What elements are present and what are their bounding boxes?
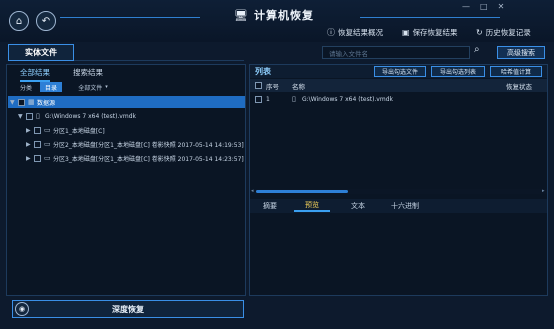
checkbox[interactable]	[34, 140, 41, 148]
tab-underline	[74, 60, 244, 61]
row-name: G:\Windows 7 x64 (test).vmdk	[302, 96, 393, 103]
disk-icon: ▭	[44, 140, 51, 148]
tab-preview[interactable]: 预览	[294, 200, 330, 212]
col-name[interactable]: 名称	[292, 81, 305, 91]
deep-recover-button[interactable]: 深度恢复	[12, 300, 244, 318]
history-icon: ↻	[476, 28, 483, 37]
subtab-search-results[interactable]: 搜索结果	[73, 67, 103, 78]
chevron-down-icon: ▾	[105, 84, 108, 90]
title-group: 🖥 计算机恢复	[234, 7, 314, 23]
tab-text[interactable]: 文本	[340, 200, 376, 212]
filter-category-label: 分类	[19, 84, 32, 92]
file-tree: ▼ ▦ 数据源 ▼ ▯ G:\Windows 7 x64 (test).vmdk…	[8, 96, 245, 164]
search-input[interactable]: 请输入文件名	[322, 46, 470, 59]
tree-node-vmdk[interactable]: ▼ ▯ G:\Windows 7 x64 (test).vmdk	[8, 110, 245, 122]
advanced-search-button[interactable]: 高级搜索	[497, 46, 545, 59]
info-icon: ⓘ	[327, 28, 335, 37]
search-placeholder: 请输入文件名	[329, 49, 368, 58]
disk-icon: ▭	[44, 154, 51, 162]
expand-arrow-icon[interactable]: ▼	[10, 99, 18, 106]
collapse-arrow-icon[interactable]: ▶	[26, 127, 34, 134]
row-index: 1	[266, 96, 270, 103]
tab-summary[interactable]: 摘要	[252, 200, 288, 212]
tree-node-partition-1[interactable]: ▶ ▭ 分区1_本地磁盘[C]	[8, 124, 245, 136]
export-checked-files-button[interactable]: 导出勾选文件	[374, 66, 426, 77]
hash-calc-label: 哈希值计算	[500, 69, 531, 76]
collapse-arrow-icon[interactable]: ▶	[26, 141, 34, 148]
save-label: 保存恢复结果	[412, 28, 458, 37]
monitor-icon: 🖥	[234, 8, 248, 22]
expand-arrow-icon[interactable]: ▼	[18, 113, 26, 120]
window-controls: — □ ✕	[462, 2, 504, 11]
history-button[interactable]: ↻ 历史恢复记录	[476, 27, 531, 38]
checkbox[interactable]	[26, 112, 33, 120]
save-icon: ▣	[402, 28, 410, 37]
filter-directory[interactable]: 目录	[40, 82, 62, 92]
save-results-button[interactable]: ▣ 保存恢复结果	[402, 27, 458, 38]
hash-calc-button[interactable]: 哈希值计算	[490, 66, 542, 77]
subtab-all-results-label: 全部结果	[20, 68, 50, 77]
overview-button[interactable]: ⓘ 恢复结果概况	[327, 27, 383, 38]
tree-node-label: 分区3_本地磁盘[分区1_本地磁盘[C] 卷影快照 2017-05-14 14:…	[53, 155, 244, 163]
tab-entity-file[interactable]: 实体文件	[8, 44, 74, 61]
export-checked-list-button[interactable]: 导出勾选列表	[431, 66, 485, 77]
close-icon[interactable]: ✕	[498, 2, 505, 11]
search-icon[interactable]: ⌕	[474, 44, 480, 55]
row-checkbox[interactable]	[255, 96, 262, 103]
maximize-icon[interactable]: □	[480, 2, 488, 11]
file-icon: ▯	[36, 112, 40, 120]
app-title: 计算机恢复	[253, 9, 314, 22]
list-title: 列表	[255, 67, 271, 76]
tree-node-partition-3[interactable]: ▶ ▭ 分区3_本地磁盘[分区1_本地磁盘[C] 卷影快照 2017-05-14…	[8, 152, 245, 164]
title-deco-right	[360, 17, 500, 18]
filter-directory-label: 目录	[44, 84, 57, 92]
minimize-icon[interactable]: —	[462, 2, 470, 11]
database-icon: ▦	[28, 98, 35, 106]
scroll-left-icon[interactable]: ◂	[251, 188, 254, 194]
file-icon: ▯	[292, 95, 296, 103]
select-all-checkbox[interactable]	[255, 82, 262, 89]
tab-summary-label: 摘要	[263, 202, 277, 210]
home-icon[interactable]: ⌂	[9, 11, 29, 31]
tab-text-label: 文本	[351, 202, 365, 210]
deep-recover-label: 深度恢复	[112, 304, 144, 314]
history-label: 历史恢复记录	[485, 28, 531, 37]
filter-all-files-dropdown[interactable]: 全部文件 ▾	[67, 82, 119, 92]
subtab-all-results[interactable]: 全部结果	[20, 67, 50, 82]
tree-node-partition-2[interactable]: ▶ ▭ 分区2_本地磁盘[分区1_本地磁盘[C] 卷影快照 2017-05-14…	[8, 138, 245, 150]
checkbox[interactable]	[18, 98, 25, 106]
tab-hex-label: 十六进制	[391, 202, 419, 210]
tab-hex[interactable]: 十六进制	[380, 200, 430, 212]
back-icon[interactable]: ↶	[36, 11, 56, 31]
tree-node-label: 分区1_本地磁盘[C]	[53, 127, 105, 135]
col-index[interactable]: 序号	[266, 81, 279, 91]
tree-node-label: G:\Windows 7 x64 (test).vmdk	[45, 112, 136, 120]
deep-recover-icon: ◉	[15, 302, 29, 316]
collapse-arrow-icon[interactable]: ▶	[26, 155, 34, 162]
filter-all-files-label: 全部文件	[78, 84, 103, 92]
disk-icon: ▭	[44, 126, 51, 134]
horizontal-scrollbar-thumb[interactable]	[256, 190, 348, 193]
tree-node-datasource[interactable]: ▼ ▦ 数据源	[8, 96, 245, 108]
filter-category[interactable]: 分类	[16, 82, 36, 92]
tree-node-label: 数据源	[37, 99, 56, 107]
checkbox[interactable]	[34, 126, 41, 134]
col-status[interactable]: 恢复状态	[506, 81, 532, 91]
checkbox[interactable]	[34, 154, 41, 162]
export-checked-files-label: 导出勾选文件	[381, 69, 418, 76]
tab-entity-file-label: 实体文件	[25, 48, 57, 57]
export-checked-list-label: 导出勾选列表	[439, 69, 476, 76]
scroll-right-icon[interactable]: ▸	[542, 188, 545, 194]
tree-node-label: 分区2_本地磁盘[分区1_本地磁盘[C] 卷影快照 2017-05-14 14:…	[53, 141, 244, 149]
advanced-search-label: 高级搜索	[507, 48, 535, 57]
title-deco-left	[60, 17, 200, 18]
subtab-search-results-label: 搜索结果	[73, 68, 103, 77]
tab-preview-label: 预览	[305, 201, 319, 209]
overview-label: 恢复结果概况	[338, 28, 383, 37]
